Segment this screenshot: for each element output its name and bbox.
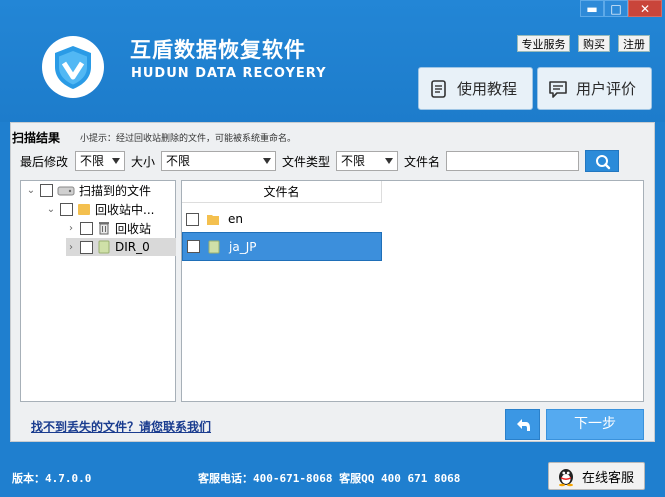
app-window: 互盾数据恢复软件 HUDUN DATA RECOYERY ▬ □ ✕ 专业服务 … xyxy=(0,0,665,497)
file-type-select-value: 不限 xyxy=(341,154,366,168)
register-link[interactable]: 注册 xyxy=(618,35,650,52)
file-name: ja_JP xyxy=(229,239,257,254)
support-contact-label: 客服电话：400-671-8068 客服QQ 400 671 8068 xyxy=(198,472,461,485)
search-button[interactable] xyxy=(585,150,619,172)
next-step-button[interactable]: 下一步 xyxy=(546,409,644,440)
tutorial-button[interactable]: 使用教程 xyxy=(418,67,533,110)
modified-label: 最后修改 xyxy=(20,155,69,169)
folder-icon xyxy=(98,240,110,254)
tree-root-checkbox[interactable] xyxy=(40,183,53,197)
back-arrow-icon xyxy=(517,419,530,431)
tree-dir0-checkbox[interactable] xyxy=(80,240,93,254)
file-row-checkbox[interactable] xyxy=(186,212,199,226)
back-button[interactable] xyxy=(505,409,540,440)
file-name-input[interactable] xyxy=(446,151,579,171)
version-label: 版本：4.7.0.0 xyxy=(12,472,92,485)
file-name: en xyxy=(228,212,243,226)
tree-node-dir0[interactable]: › DIR_0 xyxy=(66,238,176,256)
online-support-button[interactable]: 在线客服 xyxy=(548,462,645,490)
maximize-button[interactable]: □ xyxy=(604,0,628,17)
tree-node-recycle-bin[interactable]: › 回收站 xyxy=(66,219,151,237)
chevron-right-icon[interactable]: › xyxy=(66,242,76,253)
tree-node-root[interactable]: ⌄ 扫描到的文件 xyxy=(26,181,151,199)
shield-logo-icon xyxy=(42,36,104,98)
header-bar: 互盾数据恢复软件 HUDUN DATA RECOYERY ▬ □ ✕ 专业服务 … xyxy=(0,0,665,122)
tree-recycle-parent-checkbox[interactable] xyxy=(60,202,73,216)
file-list: 文件名 en ja_JP xyxy=(181,180,644,402)
tutorial-label: 使用教程 xyxy=(457,80,518,98)
folder-tree: ⌄ 扫描到的文件 ⌄ 回收站中... › 回收站 › DIR_0 xyxy=(20,180,176,402)
close-button[interactable]: ✕ xyxy=(628,0,662,17)
chevron-down-icon xyxy=(385,158,393,164)
folder-icon xyxy=(78,204,90,215)
chevron-down-icon[interactable]: ⌄ xyxy=(46,204,56,215)
document-icon xyxy=(431,79,446,98)
chevron-right-icon[interactable]: › xyxy=(66,223,76,234)
scan-results-title: 扫描结果 xyxy=(12,131,61,145)
size-label: 大小 xyxy=(131,155,156,169)
tree-dir0-label: DIR_0 xyxy=(115,240,150,254)
review-label: 用户评价 xyxy=(576,80,637,98)
contact-help-link[interactable]: 找不到丢失的文件？请您联系我们 xyxy=(31,418,211,435)
file-type-select[interactable]: 不限 xyxy=(336,151,398,171)
file-row[interactable]: ja_JP xyxy=(182,232,382,261)
online-support-label: 在线客服 xyxy=(582,470,635,486)
drive-icon xyxy=(57,186,75,196)
tree-recycle-parent-label: 回收站中... xyxy=(95,202,155,217)
size-select-value: 不限 xyxy=(166,154,191,168)
scan-tip: 小提示：经过回收站删除的文件，可能被系统重命名。 xyxy=(80,134,297,144)
file-type-label: 文件类型 xyxy=(282,155,331,169)
app-title: 互盾数据恢复软件 xyxy=(130,38,306,62)
tree-root-label: 扫描到的文件 xyxy=(79,183,152,198)
modified-select-value: 不限 xyxy=(80,154,105,168)
chevron-down-icon[interactable]: ⌄ xyxy=(26,185,36,196)
file-name-label: 文件名 xyxy=(404,155,441,169)
size-select[interactable]: 不限 xyxy=(161,151,276,171)
folder-icon xyxy=(207,215,219,225)
column-header-filename[interactable]: 文件名 xyxy=(182,181,382,203)
comment-icon xyxy=(549,80,567,98)
chevron-down-icon xyxy=(263,158,271,164)
service-link[interactable]: 专业服务 xyxy=(517,35,570,52)
minimize-button[interactable]: ▬ xyxy=(580,0,604,17)
modified-select[interactable]: 不限 xyxy=(75,151,125,171)
tree-recycle-bin-label: 回收站 xyxy=(115,221,152,236)
tree-recycle-bin-checkbox[interactable] xyxy=(80,221,93,235)
recycle-bin-icon xyxy=(99,222,109,235)
buy-link[interactable]: 购买 xyxy=(578,35,610,52)
review-button[interactable]: 用户评价 xyxy=(537,67,652,110)
file-row[interactable]: en xyxy=(182,205,382,233)
folder-icon xyxy=(208,240,220,253)
tree-node-recycle-parent[interactable]: ⌄ 回收站中... xyxy=(46,200,154,218)
file-row-checkbox[interactable] xyxy=(187,240,200,253)
search-icon xyxy=(596,155,611,170)
qq-penguin-icon xyxy=(559,469,573,487)
app-subtitle: HUDUN DATA RECOYERY xyxy=(131,66,327,81)
chevron-down-icon xyxy=(112,158,120,164)
